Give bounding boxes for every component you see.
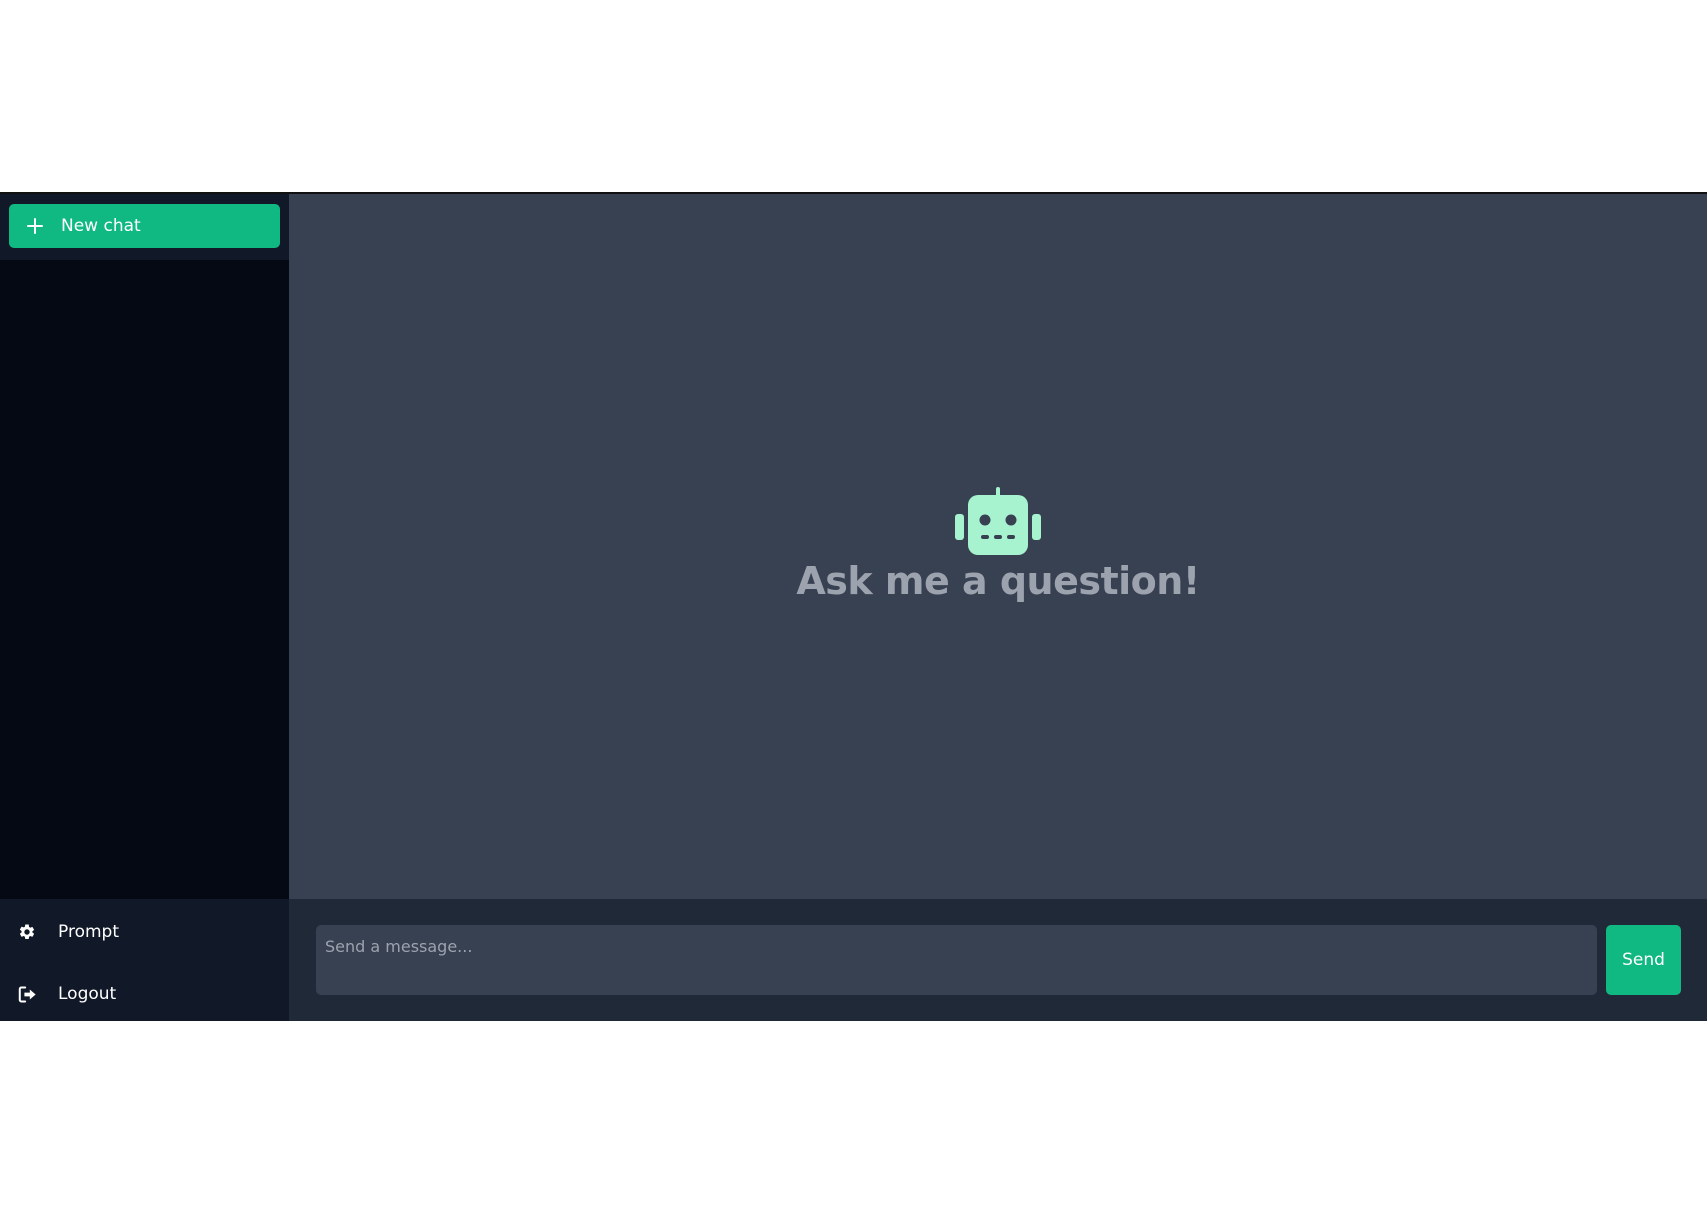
empty-state: Ask me a question!	[289, 487, 1707, 603]
sidebar-item-label: Logout	[58, 984, 117, 1004]
plus-icon	[9, 218, 55, 234]
sidebar-item-label: Prompt	[58, 922, 119, 942]
top-margin	[0, 0, 1707, 192]
app-window: New chat Prompt Logout Ask me a question…	[0, 192, 1707, 1021]
chat-main: Ask me a question! Send	[289, 194, 1707, 1021]
chat-history-list	[0, 260, 289, 901]
sidebar-item-logout[interactable]: Logout	[16, 983, 116, 1005]
new-chat-label: New chat	[61, 216, 141, 236]
sidebar: New chat Prompt Logout	[0, 194, 289, 1021]
logout-icon	[16, 983, 38, 1005]
sidebar-footer: Prompt Logout	[0, 899, 289, 1021]
gear-icon	[16, 921, 38, 943]
empty-state-title: Ask me a question!	[796, 559, 1200, 603]
sidebar-header: New chat	[0, 194, 289, 260]
message-composer: Send	[289, 899, 1707, 1021]
send-button[interactable]: Send	[1606, 925, 1681, 995]
sidebar-item-prompt[interactable]: Prompt	[16, 921, 119, 943]
chat-messages-area: Ask me a question!	[289, 194, 1707, 901]
bottom-margin	[0, 1021, 1707, 1214]
robot-icon	[955, 487, 1041, 555]
message-input[interactable]	[316, 925, 1597, 995]
new-chat-button[interactable]: New chat	[9, 204, 280, 248]
